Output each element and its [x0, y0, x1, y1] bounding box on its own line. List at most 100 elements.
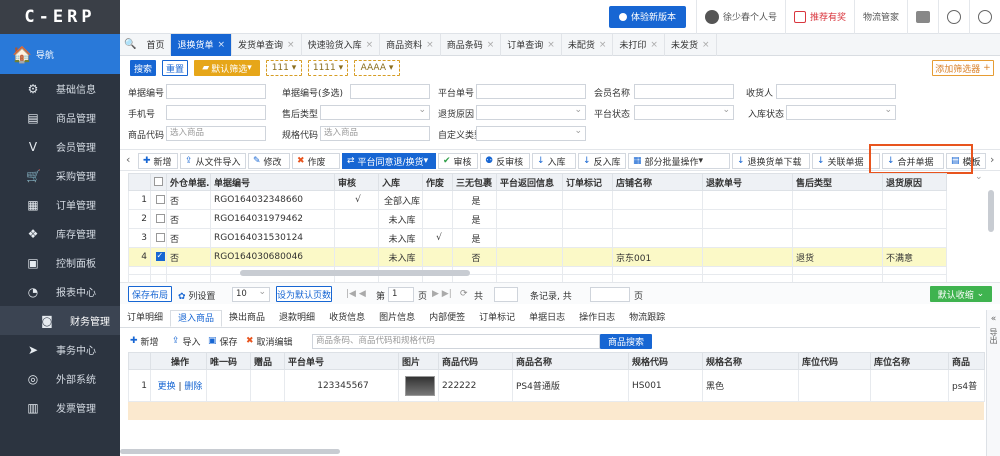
- tab-10[interactable]: 未发货 ×: [665, 33, 717, 56]
- sidebar-item-2[interactable]: ▤ 商品管理: [0, 103, 120, 132]
- platform-no-input[interactable]: [476, 84, 586, 99]
- column-header-11[interactable]: 店铺名称: [612, 173, 703, 191]
- column-header-2[interactable]: [150, 173, 167, 191]
- sidebar-item-8[interactable]: ◔ 报表中心: [0, 277, 120, 306]
- column-header-5[interactable]: 审核: [334, 173, 379, 191]
- order-no-multi-input[interactable]: [350, 84, 430, 99]
- column-header-12[interactable]: 退款单号: [702, 173, 793, 191]
- add-filter-button[interactable]: 添加筛选器 +: [932, 60, 994, 76]
- sidebar-item-9[interactable]: ◙ 财务管理: [0, 306, 120, 335]
- product-code-input[interactable]: 选入商品: [166, 126, 266, 141]
- profile-button[interactable]: [969, 0, 1000, 34]
- order-no-input[interactable]: [166, 84, 266, 99]
- product-search-input[interactable]: 商品条码、商品代码和规格代码: [312, 334, 600, 349]
- save-layout-button[interactable]: 保存布局: [128, 286, 172, 302]
- member-input[interactable]: [634, 84, 734, 99]
- reward-link[interactable]: 推荐有奖: [784, 0, 854, 34]
- close-icon[interactable]: ×: [650, 40, 658, 50]
- detail-tab-11[interactable]: 物流跟踪: [622, 310, 672, 327]
- tab-8[interactable]: 未配货 ×: [562, 33, 614, 56]
- replace-link[interactable]: 更换: [158, 382, 176, 392]
- search-button[interactable]: 搜索: [130, 60, 156, 76]
- detail-column-header-11[interactable]: 库位代码: [798, 352, 871, 370]
- detail-column-header-9[interactable]: 规格代码: [628, 352, 703, 370]
- close-icon[interactable]: ×: [599, 40, 607, 50]
- sidebar-item-11[interactable]: ◎ 外部系统: [0, 364, 120, 393]
- detail-column-header-10[interactable]: 规格名称: [702, 352, 799, 370]
- detail-column-header-3[interactable]: 唯一码: [206, 352, 251, 370]
- select-all-checkbox[interactable]: [154, 177, 163, 186]
- delete-link[interactable]: 删除: [184, 382, 202, 392]
- filter-tag-3[interactable]: AAAA ▾: [354, 60, 400, 76]
- sidebar-item-3[interactable]: V 会员管理: [0, 132, 120, 161]
- detail-tab-1[interactable]: 订单明细: [120, 310, 170, 327]
- platform-status-select[interactable]: [634, 105, 734, 120]
- return-reason-select[interactable]: [476, 105, 586, 120]
- column-header-14[interactable]: 退货原因: [882, 173, 947, 191]
- message-button[interactable]: [907, 0, 938, 34]
- column-header-6[interactable]: 入库: [378, 173, 423, 191]
- audit-button[interactable]: ✔ 审核: [438, 153, 478, 169]
- filter-tag-2[interactable]: 1111 ▾: [308, 60, 348, 76]
- set-default-page-size-button[interactable]: 设为默认页数: [276, 286, 332, 302]
- detail-column-header-8[interactable]: 商品名称: [512, 352, 629, 370]
- column-header-4[interactable]: 单据编号: [210, 173, 335, 191]
- row-checkbox[interactable]: [155, 214, 165, 223]
- detail-tab-8[interactable]: 订单标记: [472, 310, 522, 327]
- tab-4[interactable]: 快速验货入库 ×: [302, 33, 381, 56]
- platform-agree-button[interactable]: ⇄ 平台同意退/换货 ▾: [342, 153, 436, 169]
- detail-column-header-12[interactable]: 库位名称: [870, 352, 949, 370]
- refresh-icon[interactable]: ⟳: [460, 289, 468, 299]
- detail-tab-4[interactable]: 退款明细: [272, 310, 322, 327]
- sidebar-item-1[interactable]: ⚙ 基础信息: [0, 74, 120, 103]
- new-version-button[interactable]: 体验新版本: [608, 5, 686, 28]
- uninstock-button[interactable]: ↓ 反入库: [578, 153, 626, 169]
- close-icon[interactable]: ×: [487, 40, 495, 50]
- row-checkbox[interactable]: [155, 251, 165, 261]
- sidebar-item-5[interactable]: ▦ 订单管理: [0, 190, 120, 219]
- detail-add-button[interactable]: ✚ 新增: [126, 333, 163, 349]
- cancel-edit-button[interactable]: ✖ 取消编辑: [242, 333, 297, 349]
- close-icon[interactable]: ×: [287, 40, 295, 50]
- sidebar-item-4[interactable]: 🛒 采购管理: [0, 161, 120, 190]
- table-row[interactable]: 3 否 RGO164031530124 未入库 √ 是: [128, 228, 986, 248]
- detail-save-button[interactable]: ▣ 保存: [204, 333, 242, 349]
- unaudit-button[interactable]: ⚉ 反审核: [480, 153, 530, 169]
- batch-ops-button[interactable]: ▦ 部分批量操作 ▾: [628, 153, 730, 169]
- sidebar-item-6[interactable]: ❖ 库存管理: [0, 219, 120, 248]
- sidebar-item-7[interactable]: ▣ 控制面板: [0, 248, 120, 277]
- column-settings-button[interactable]: ✿ 列设置: [178, 289, 215, 302]
- detail-tab-2[interactable]: 退入商品: [170, 310, 223, 327]
- first-page-icon[interactable]: |◀ ◀: [346, 289, 366, 299]
- instock-status-select[interactable]: [786, 105, 896, 120]
- scroll-right-icon[interactable]: ›: [990, 153, 994, 166]
- import-file-button[interactable]: ⇪ 从文件导入: [180, 153, 246, 169]
- table-row[interactable]: 4否RGO164030680046未入库否京东001退货不满意: [128, 247, 986, 267]
- tab-9[interactable]: 未打印 ×: [613, 33, 665, 56]
- search-icon[interactable]: 🔍: [120, 39, 140, 50]
- reset-button[interactable]: 重置: [162, 60, 188, 76]
- custom-type-select[interactable]: [476, 126, 586, 141]
- detail-column-header-1[interactable]: [128, 352, 151, 370]
- detail-column-header-4[interactable]: 赠品: [250, 352, 285, 370]
- phone-input[interactable]: [166, 105, 266, 120]
- detail-column-header-6[interactable]: 图片: [398, 352, 439, 370]
- void-button[interactable]: ✖ 作废: [292, 153, 340, 169]
- globe-button[interactable]: [938, 0, 969, 34]
- detail-tab-10[interactable]: 操作日志: [572, 310, 622, 327]
- product-search-button[interactable]: 商品搜索: [600, 334, 652, 349]
- detail-import-button[interactable]: ⇪ 导入: [168, 333, 205, 349]
- column-header-3[interactable]: 外仓单据..: [166, 173, 211, 191]
- add-button[interactable]: ✚ 新增: [138, 153, 178, 169]
- detail-tab-3[interactable]: 换出商品: [222, 310, 272, 327]
- close-icon[interactable]: ×: [547, 40, 555, 50]
- column-header-13[interactable]: 售后类型: [792, 173, 883, 191]
- table-row[interactable]: 2 否 RGO164031979462 未入库是: [128, 209, 986, 229]
- nav-header[interactable]: 🏠 导航: [0, 34, 120, 74]
- tab-6[interactable]: 商品条码 ×: [441, 33, 502, 56]
- download-button[interactable]: ↓ 退换货单下载: [732, 153, 810, 169]
- column-header-10[interactable]: 订单标记: [562, 173, 613, 191]
- detail-column-header-2[interactable]: 操作: [150, 352, 207, 370]
- detail-horizontal-scrollbar[interactable]: [120, 449, 340, 454]
- tab-2[interactable]: 退换货单 ×: [171, 33, 233, 56]
